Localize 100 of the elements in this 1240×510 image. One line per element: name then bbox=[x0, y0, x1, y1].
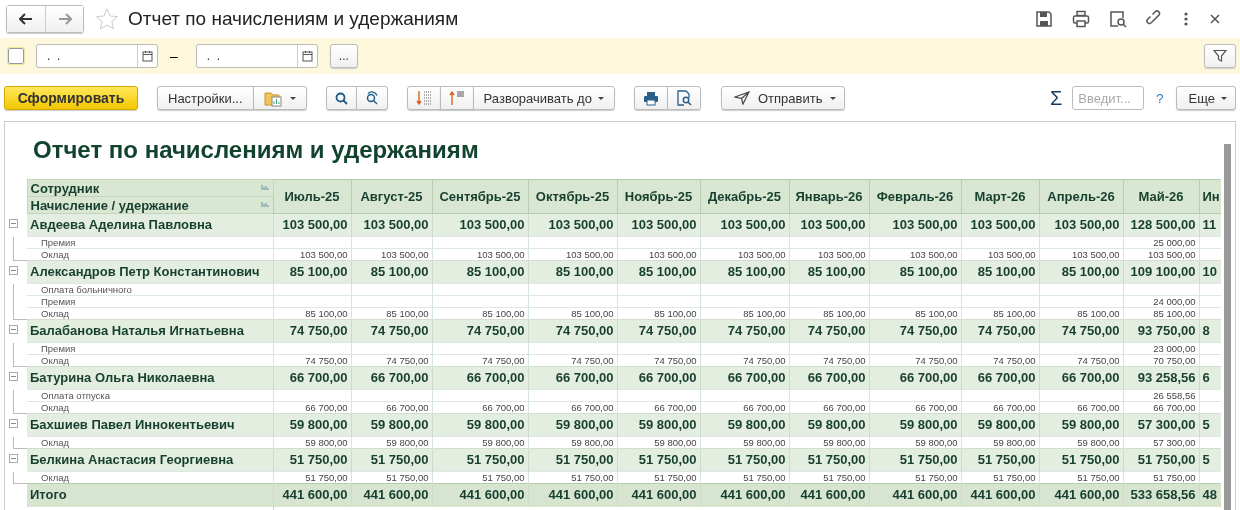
checkbox[interactable] bbox=[8, 48, 24, 64]
table-cell: 85 100,00 bbox=[273, 260, 351, 284]
save-icon[interactable] bbox=[1035, 10, 1053, 28]
collapse-toggle-icon[interactable] bbox=[9, 453, 18, 463]
table-cell: 25 000,00 bbox=[1123, 236, 1199, 249]
table-cell: 103 500,00 bbox=[528, 213, 617, 237]
table-cell: 85 100,00 bbox=[961, 260, 1039, 284]
table-cell: 93 750,00 bbox=[1123, 319, 1199, 343]
column-header: Октябрь-25 bbox=[528, 179, 617, 214]
collapse-toggle-icon[interactable] bbox=[9, 265, 18, 275]
table-cell: 6 bbox=[1199, 366, 1221, 390]
table-cell: 66 700,00 bbox=[700, 366, 789, 390]
dash-separator: – bbox=[170, 48, 178, 64]
filter-button[interactable] bbox=[1204, 44, 1236, 68]
table-cell: 128 500,00 bbox=[1123, 213, 1199, 237]
folder-chart-icon bbox=[263, 89, 284, 107]
employee-name: Александров Петр Константинович bbox=[27, 260, 273, 284]
table-cell: 441 600,00 bbox=[869, 483, 961, 507]
table-cell: 5 bbox=[1199, 448, 1221, 472]
table-cell: 23 000,00 bbox=[1123, 342, 1199, 355]
employee-name: Авдеева Аделина Павловна bbox=[27, 213, 273, 237]
table-cell: 66 700,00 bbox=[273, 366, 351, 390]
table-cell: 66 700,00 bbox=[961, 366, 1039, 390]
window-title: Отчет по начислениям и удержаниям bbox=[128, 8, 460, 30]
help-link[interactable]: ? bbox=[1156, 90, 1164, 106]
sort-ascending-button[interactable] bbox=[439, 86, 474, 110]
date-field[interactable]: . . bbox=[195, 44, 318, 68]
calendar-icon[interactable] bbox=[301, 50, 313, 62]
table-cell: 51 750,00 bbox=[528, 448, 617, 472]
table-cell: 441 600,00 bbox=[1039, 483, 1123, 507]
more-button[interactable]: Еще bbox=[1175, 86, 1236, 110]
table-cell: 51 750,00 bbox=[789, 448, 869, 472]
calendar-icon[interactable] bbox=[142, 50, 153, 62]
caret-icon bbox=[1221, 96, 1227, 100]
search-next-button[interactable] bbox=[355, 86, 388, 110]
table-cell: 5 bbox=[1199, 413, 1221, 437]
table-cell: 51 750,00 bbox=[700, 448, 789, 472]
table-cell: 103 500,00 bbox=[273, 213, 351, 237]
table-cell: 103 500,00 bbox=[869, 213, 961, 237]
table-cell: 103 500,00 bbox=[432, 213, 528, 237]
sum-input-field[interactable]: Введит... bbox=[1072, 86, 1145, 110]
generate-button[interactable]: Сформировать bbox=[4, 86, 138, 110]
table-cell: 51 750,00 bbox=[617, 448, 700, 472]
table-cell: 8 bbox=[1199, 319, 1221, 343]
table-cell: 51 750,00 bbox=[961, 448, 1039, 472]
table-cell: 441 600,00 bbox=[617, 483, 700, 507]
collapse-toggle-icon[interactable] bbox=[9, 324, 18, 334]
column-header: Август-25 bbox=[351, 179, 432, 214]
table-cell: 85 100,00 bbox=[869, 260, 961, 284]
table-cell: 103 500,00 bbox=[351, 213, 432, 237]
close-icon[interactable] bbox=[1208, 12, 1222, 26]
expand-to-dropdown[interactable]: Разворачивать до bbox=[472, 86, 615, 110]
table-cell: 74 750,00 bbox=[789, 319, 869, 343]
table-cell: 51 750,00 bbox=[432, 448, 528, 472]
table-cell: 59 800,00 bbox=[700, 413, 789, 437]
table-cell: 51 750,00 bbox=[351, 448, 432, 472]
employee-name: Батурина Ольга Николаевна bbox=[27, 366, 273, 390]
table-cell: 74 750,00 bbox=[869, 319, 961, 343]
accrual-name: Премия bbox=[27, 295, 273, 308]
print-button[interactable] bbox=[633, 86, 668, 110]
table-cell: 441 600,00 bbox=[961, 483, 1039, 507]
table-cell: 59 800,00 bbox=[789, 413, 869, 437]
table-cell: 103 500,00 bbox=[789, 213, 869, 237]
search-button[interactable] bbox=[325, 86, 357, 110]
table-cell: 103 500,00 bbox=[961, 213, 1039, 237]
column-header: Сотрудник bbox=[30, 180, 100, 196]
table-cell: 85 100,00 bbox=[1039, 260, 1123, 284]
date-field[interactable]: . . bbox=[36, 44, 158, 68]
column-header: Февраль-26 bbox=[869, 179, 961, 214]
send-button[interactable]: Отправить bbox=[720, 86, 846, 110]
collapse-toggle-icon[interactable] bbox=[9, 218, 18, 228]
table-cell: 85 100,00 bbox=[528, 260, 617, 284]
paper-plane-icon bbox=[733, 91, 750, 105]
table-cell: 441 600,00 bbox=[432, 483, 528, 507]
collapse-toggle-icon[interactable] bbox=[9, 418, 18, 428]
table-cell: 74 750,00 bbox=[700, 319, 789, 343]
table-cell: 59 800,00 bbox=[432, 413, 528, 437]
scrollbar-thumb[interactable] bbox=[1224, 144, 1231, 510]
settings-button[interactable]: Настройки... bbox=[157, 86, 254, 110]
preview-icon[interactable] bbox=[1109, 10, 1127, 28]
ellipsis-button[interactable]: ... bbox=[329, 44, 358, 68]
column-header: Ноябрь-25 bbox=[617, 179, 700, 214]
table-cell: 74 750,00 bbox=[961, 319, 1039, 343]
star-icon[interactable] bbox=[96, 8, 118, 30]
preview-icon bbox=[675, 90, 692, 106]
collapse-toggle-icon[interactable] bbox=[9, 371, 18, 381]
column-header: Начисление / удержание bbox=[30, 197, 189, 213]
employee-name: Белкина Анастасия Георгиевна bbox=[27, 448, 273, 472]
table-cell: 103 500,00 bbox=[1039, 213, 1123, 237]
column-header: Ин bbox=[1199, 179, 1221, 214]
sum-sign[interactable]: Σ bbox=[1049, 86, 1063, 110]
more-icon[interactable] bbox=[1183, 10, 1189, 28]
print-icon[interactable] bbox=[1072, 10, 1090, 28]
preview-button[interactable] bbox=[666, 86, 701, 110]
grouping-icon bbox=[260, 184, 269, 191]
table-cell: 59 800,00 bbox=[617, 413, 700, 437]
back-button[interactable] bbox=[7, 6, 45, 32]
table-cell: 59 800,00 bbox=[1039, 413, 1123, 437]
filter-icon bbox=[1213, 49, 1227, 63]
report-title: Отчет по начислениям и удержаниям bbox=[33, 136, 480, 165]
